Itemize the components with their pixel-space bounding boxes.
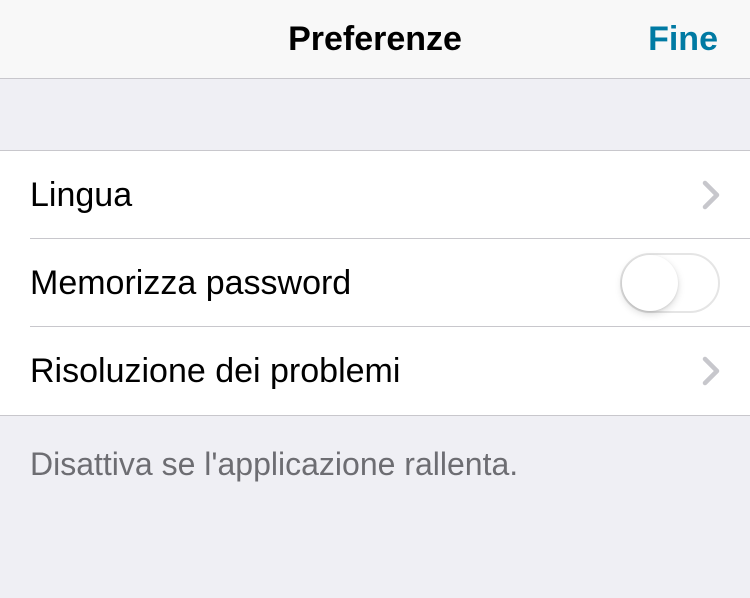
page-title: Preferenze [288, 20, 462, 59]
footer-hint: Disattiva se l'applicazione rallenta. [0, 416, 750, 483]
language-label: Lingua [30, 176, 702, 215]
chevron-right-icon [702, 356, 720, 386]
remember-password-row: Memorizza password [0, 239, 750, 327]
troubleshooting-label: Risoluzione dei problemi [30, 352, 702, 391]
header: Preferenze Fine [0, 0, 750, 79]
chevron-right-icon [702, 180, 720, 210]
top-spacer [0, 79, 750, 150]
toggle-knob [622, 255, 678, 311]
troubleshooting-row[interactable]: Risoluzione dei problemi [0, 327, 750, 415]
remember-password-label: Memorizza password [30, 264, 620, 303]
done-button[interactable]: Fine [648, 20, 718, 59]
settings-list: Lingua Memorizza password Risoluzione de… [0, 150, 750, 416]
remember-password-toggle[interactable] [620, 253, 720, 313]
language-row[interactable]: Lingua [0, 151, 750, 239]
